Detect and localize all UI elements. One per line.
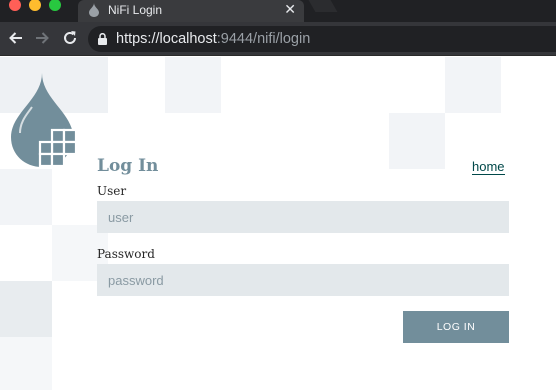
arrow-right-icon[interactable] <box>32 28 52 48</box>
user-label: User <box>97 184 127 198</box>
background-tile <box>445 57 501 113</box>
url-host: localhost <box>159 31 217 47</box>
lock-icon <box>98 33 107 45</box>
browser-toolbar: https://localhost:9444/nifi/login <box>0 22 556 56</box>
user-input[interactable] <box>97 201 509 233</box>
url-text: https://localhost:9444/nifi/login <box>116 31 310 47</box>
background-tile <box>165 57 221 113</box>
background-tile <box>0 169 52 225</box>
login-page: Log In home User Password LOG IN <box>0 57 556 390</box>
arrow-left-icon[interactable] <box>6 28 26 48</box>
background-tile <box>0 337 52 390</box>
nifi-favicon-icon <box>89 3 99 17</box>
nifi-drop-logo-icon <box>11 73 78 168</box>
password-label: Password <box>97 247 155 261</box>
browser-tab-strip: NiFi Login ✕ <box>0 0 556 22</box>
close-tab-icon[interactable]: ✕ <box>284 1 296 17</box>
window-minimize-button[interactable] <box>29 0 41 11</box>
background-tile <box>0 281 52 337</box>
password-input[interactable] <box>97 264 509 296</box>
background-tile <box>389 113 445 169</box>
window-zoom-button[interactable] <box>49 0 61 11</box>
url-scheme: https:// <box>116 31 160 47</box>
window-close-button[interactable] <box>9 0 21 11</box>
new-tab-button[interactable] <box>308 0 338 12</box>
login-title: Log In <box>97 156 159 176</box>
url-path: :9444/nifi/login <box>216 31 311 47</box>
reload-icon[interactable] <box>60 28 80 48</box>
tab-title: NiFi Login <box>108 3 163 17</box>
login-button[interactable]: LOG IN <box>403 311 509 343</box>
browser-tab[interactable]: NiFi Login ✕ <box>78 0 304 22</box>
home-link[interactable]: home <box>472 160 505 175</box>
address-bar[interactable]: https://localhost:9444/nifi/login <box>88 26 556 52</box>
